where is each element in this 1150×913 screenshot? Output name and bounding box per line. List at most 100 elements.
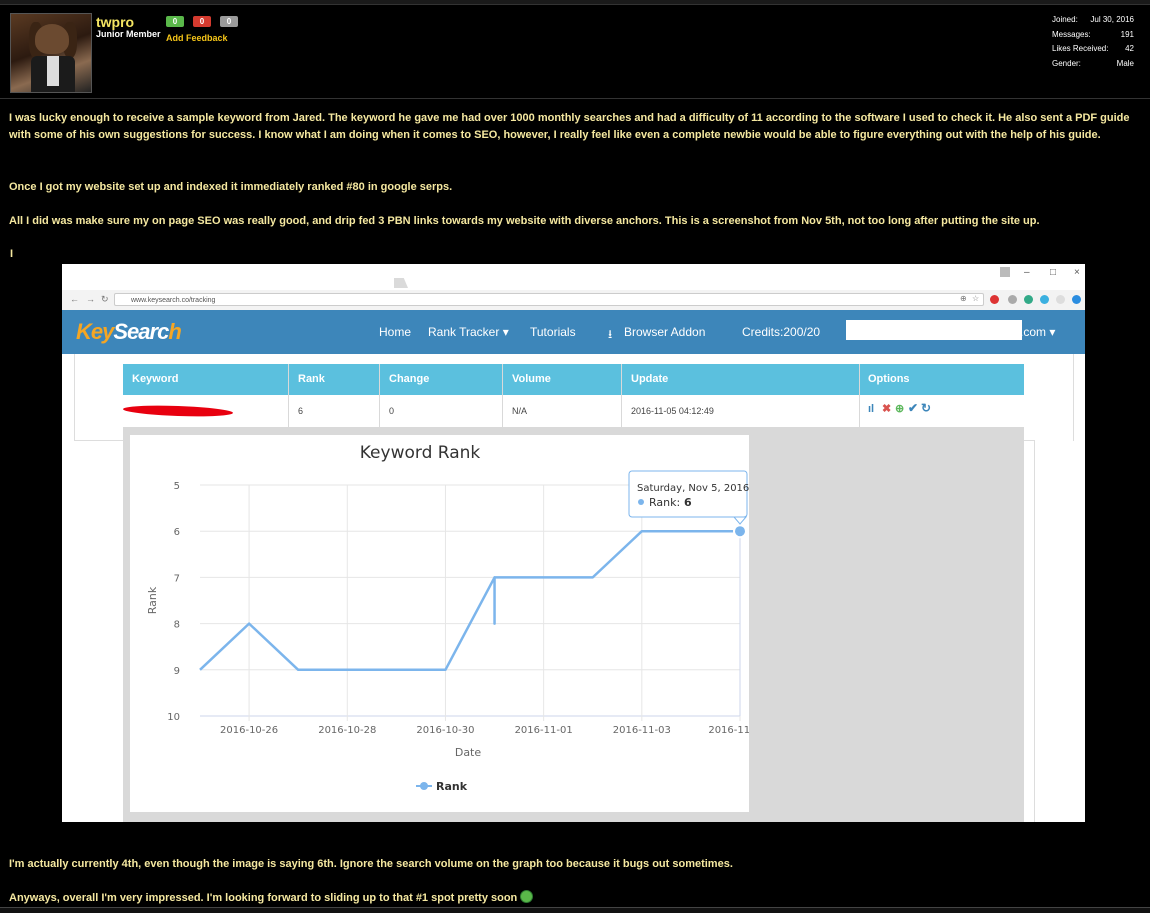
user-title: Junior Member bbox=[96, 29, 161, 39]
col-update[interactable]: Update bbox=[631, 373, 668, 385]
col-divider bbox=[502, 364, 503, 427]
post-paragraph: I'm actually currently 4th, even though … bbox=[9, 858, 733, 870]
y-axis-title: Rank bbox=[146, 586, 159, 614]
avatar-face bbox=[35, 24, 69, 54]
col-rank[interactable]: Rank bbox=[298, 373, 325, 385]
add-icon[interactable]: ⊕ bbox=[895, 402, 904, 415]
username-link[interactable]: twpro bbox=[96, 14, 134, 30]
stat-joined: Joined: Jul 30, 2016 bbox=[1052, 15, 1134, 24]
maximize-icon[interactable]: □ bbox=[1050, 267, 1056, 278]
col-keyword[interactable]: Keyword bbox=[132, 373, 178, 385]
col-divider bbox=[379, 364, 380, 427]
keysearch-logo[interactable]: KeySearch bbox=[76, 319, 182, 345]
browser-toolbar: ← → ↻ www.keysearch.co/tracking ⊕ ☆ bbox=[62, 290, 1085, 311]
nav-tutorials[interactable]: Tutorials bbox=[530, 325, 576, 339]
extension-icon[interactable] bbox=[1024, 295, 1033, 304]
top-border bbox=[0, 0, 1150, 5]
col-volume[interactable]: Volume bbox=[512, 373, 551, 385]
bottom-border bbox=[0, 907, 1150, 913]
stat-messages: Messages: 191 bbox=[1052, 29, 1134, 39]
stat-gender: Gender: Male bbox=[1052, 58, 1134, 68]
grin-smiley-icon bbox=[520, 890, 534, 903]
stat-likes: Likes Received: 42 bbox=[1052, 44, 1134, 53]
tooltip-date: Saturday, Nov 5, 2016 bbox=[637, 483, 749, 494]
refresh-icon[interactable]: ↻ bbox=[921, 401, 931, 415]
chart-svg: Keyword Rank 5 6 7 8 9 10 2016-10-26 2016-10-28 2… bbox=[146, 443, 760, 793]
table-header: Keyword Rank Change Volume Update Option… bbox=[123, 364, 1024, 395]
extension-icon[interactable] bbox=[1040, 295, 1049, 304]
user-avatar[interactable] bbox=[10, 13, 92, 93]
chart-title: Keyword Rank bbox=[360, 443, 481, 463]
check-icon[interactable]: ✔ bbox=[908, 401, 918, 415]
x-tick-label: 2016-11-01 bbox=[515, 725, 573, 736]
legend-marker bbox=[420, 782, 428, 790]
post-divider bbox=[0, 98, 1150, 99]
delete-icon[interactable]: ✖ bbox=[882, 402, 891, 415]
user-stats: Joined: Jul 30, 2016 Messages: 191 Likes R… bbox=[1052, 15, 1134, 73]
col-divider bbox=[859, 364, 860, 427]
tooltip-box bbox=[628, 470, 748, 518]
browser-titlebar: – □ × bbox=[62, 264, 1085, 290]
table-row[interactable]: 6 0 N/A 2016-11-05 04:12:49 ıl ✖ ⊕ ✔ ↻ bbox=[122, 395, 1024, 428]
extension-icon[interactable] bbox=[1072, 295, 1081, 304]
forward-icon[interactable]: → bbox=[86, 294, 95, 304]
x-tick-label: 2016-10-26 bbox=[220, 725, 278, 736]
cell-volume: N/A bbox=[512, 406, 528, 416]
tooltip-pointer bbox=[732, 516, 748, 525]
keyword-redacted bbox=[122, 404, 234, 418]
zoom-icon[interactable]: ⊕ bbox=[960, 294, 967, 303]
profile-icon[interactable] bbox=[1000, 267, 1010, 277]
extension-icon[interactable] bbox=[1008, 295, 1017, 304]
avatar-shirt bbox=[47, 56, 59, 86]
post-paragraph: All I did was make sure my on page SEO w… bbox=[9, 215, 1040, 227]
y-tick-label: 8 bbox=[174, 620, 180, 631]
extension-icon[interactable] bbox=[1056, 295, 1065, 304]
close-icon[interactable]: × bbox=[1074, 267, 1080, 278]
cell-rank: 6 bbox=[298, 406, 304, 416]
account-menu[interactable]: .com ▾ bbox=[1020, 325, 1055, 339]
nav-browser-addon[interactable]: Browser Addon bbox=[624, 325, 705, 339]
feedback-positive-badge[interactable]: 0 bbox=[166, 16, 184, 27]
back-icon[interactable]: ← bbox=[70, 294, 79, 304]
chart-icon[interactable]: ıl bbox=[868, 403, 874, 415]
extension-icon[interactable] bbox=[990, 295, 999, 304]
post-paragraph: Once I got my website set up and indexed… bbox=[9, 181, 453, 193]
post-paragraph: I was lucky enough to receive a sample k… bbox=[9, 112, 1130, 141]
right-panel bbox=[1034, 440, 1073, 822]
y-tick-label: 10 bbox=[167, 712, 180, 723]
legend-label: Rank bbox=[436, 780, 468, 793]
cell-update: 2016-11-05 04:12:49 bbox=[631, 406, 714, 416]
y-tick-label: 9 bbox=[174, 666, 180, 677]
x-tick-label: 2016-11... bbox=[708, 725, 749, 736]
keyword-rank-chart: Keyword Rank 5 6 7 8 9 10 2016-10-26 2016-10-28 2… bbox=[130, 435, 760, 812]
minimize-icon[interactable]: – bbox=[1024, 267, 1030, 278]
y-tick-label: 6 bbox=[174, 527, 180, 538]
x-tick-label: 2016-11-03 bbox=[613, 725, 671, 736]
x-tick-label: 2016-10-30 bbox=[416, 725, 474, 736]
post-paragraph: Anyways, overall I'm very impressed. I'm… bbox=[9, 890, 1139, 907]
col-divider bbox=[288, 364, 289, 427]
nav-rank-tracker[interactable]: Rank Tracker ▾ bbox=[428, 325, 509, 339]
address-bar[interactable]: www.keysearch.co/tracking bbox=[114, 293, 984, 306]
browser-tab[interactable] bbox=[394, 278, 408, 288]
y-tick-label: 7 bbox=[174, 573, 180, 584]
feedback-neutral-badge[interactable]: 0 bbox=[220, 16, 238, 27]
nav-home[interactable]: Home bbox=[379, 325, 411, 339]
cell-change: 0 bbox=[389, 406, 395, 416]
rank-series-line bbox=[199, 529, 740, 672]
bookmark-star-icon[interactable]: ☆ bbox=[972, 294, 979, 303]
col-change[interactable]: Change bbox=[389, 373, 429, 385]
embedded-screenshot[interactable]: – □ × ← → ↻ www.keysearch.co/tracking ⊕ … bbox=[62, 264, 1085, 822]
post-paragraph: I bbox=[10, 248, 14, 260]
y-tick-label: 5 bbox=[174, 481, 180, 492]
reload-icon[interactable]: ↻ bbox=[101, 294, 109, 305]
x-axis-title: Date bbox=[455, 746, 482, 759]
account-redacted bbox=[846, 320, 1022, 340]
keysearch-navbar: KeySearch Home Rank Tracker ▾ Tutorials … bbox=[62, 310, 1085, 354]
tooltip-marker bbox=[638, 499, 644, 505]
add-feedback-link[interactable]: Add Feedback bbox=[166, 33, 228, 43]
tooltip-label: Rank: bbox=[649, 496, 680, 509]
tooltip-value: 6 bbox=[684, 496, 692, 509]
feedback-negative-badge[interactable]: 0 bbox=[193, 16, 211, 27]
rank-data-point bbox=[733, 524, 747, 539]
